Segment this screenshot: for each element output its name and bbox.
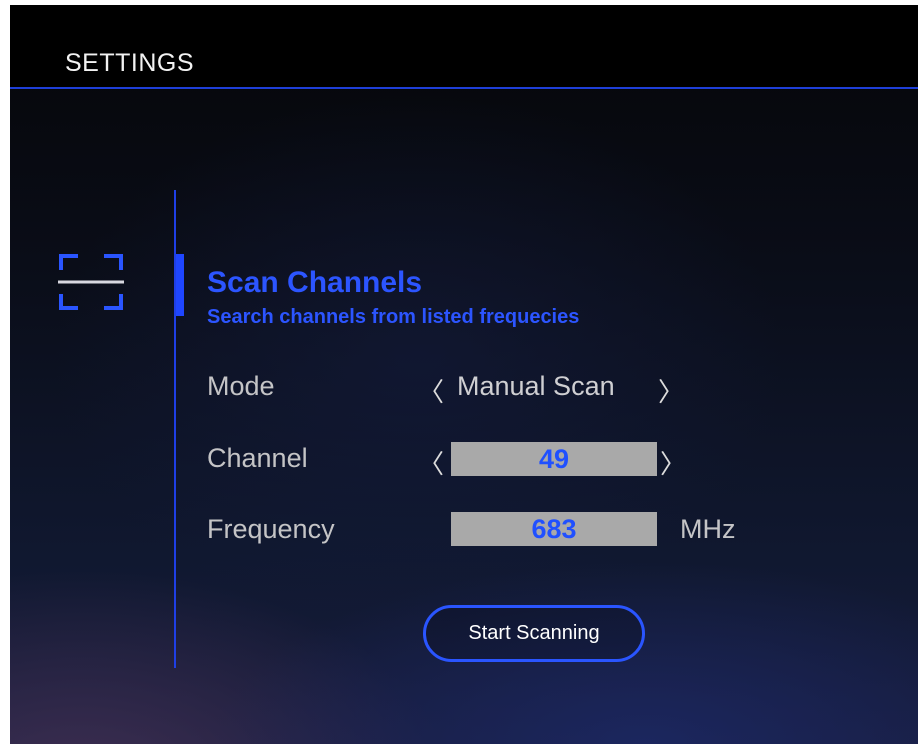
mode-label: Mode [207,371,275,401]
active-section-marker [176,254,184,316]
mode-prev-button[interactable]: 〈 [418,372,444,409]
header-bar: SETTINGS [10,5,918,89]
channel-input[interactable]: 49 [451,442,657,476]
channel-prev-button[interactable]: 〈 [418,444,444,481]
page-title: SETTINGS [65,49,195,77]
mode-value[interactable]: Manual Scan [457,371,615,402]
mode-next-button[interactable]: 〉 [658,372,684,409]
channel-label: Channel [207,443,308,473]
frequency-label: Frequency [207,514,335,544]
settings-screen: SETTINGS Scan Channels Search channels f… [10,5,918,744]
section-subtitle: Search channels from listed frequecies [207,306,580,328]
section-title: Scan Channels [207,266,423,299]
scan-frame-icon [58,254,124,310]
start-scanning-button[interactable]: Start Scanning [423,605,645,662]
frequency-input[interactable]: 683 [451,512,657,546]
frequency-unit: MHz [680,514,736,544]
channel-next-button[interactable]: 〉 [660,444,686,481]
